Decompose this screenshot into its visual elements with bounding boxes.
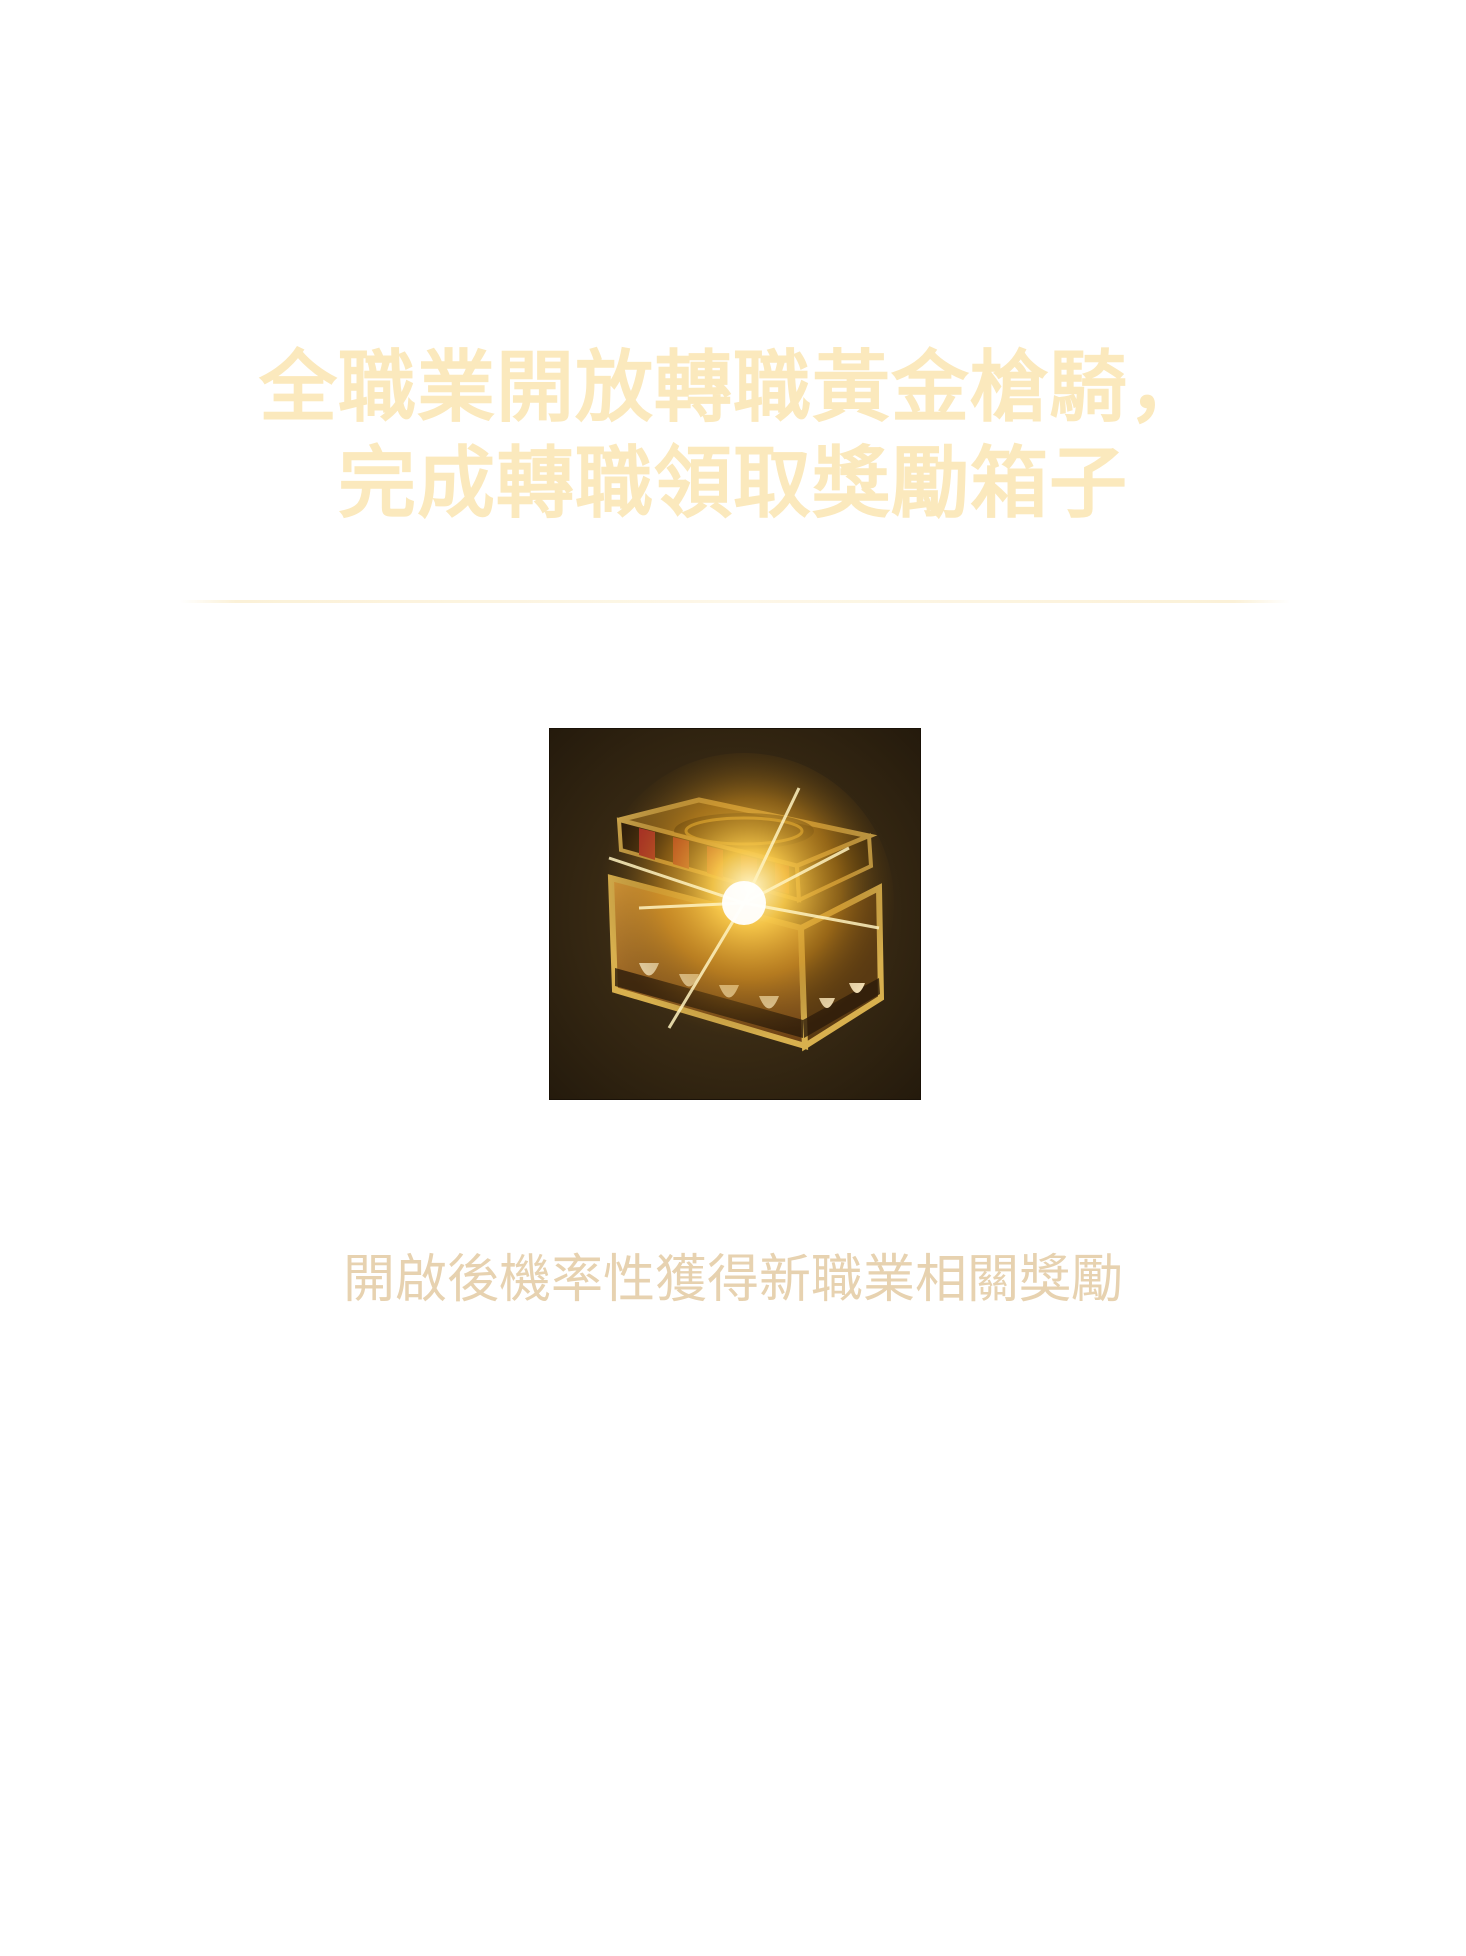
- event-title: 全職業開放轉職黃金槍騎， 完成轉職領取獎勵箱子: [0, 340, 1466, 532]
- decorative-divider: [180, 600, 1290, 603]
- reward-description: 開啟後機率性獲得新職業相關獎勵: [342, 1250, 1123, 1310]
- event-title-line-1: 全職業開放轉職黃金槍騎，: [258, 343, 1207, 433]
- reward-chest-image: [549, 728, 921, 1100]
- event-page: 全職業開放轉職黃金槍騎， 完成轉職領取獎勵箱子 開啟後機率性獲得新職業相關獎勵: [0, 0, 1466, 1956]
- event-title-line-2: 完成轉職領取獎勵箱子: [337, 439, 1128, 529]
- treasure-chest-icon: [594, 753, 894, 1053]
